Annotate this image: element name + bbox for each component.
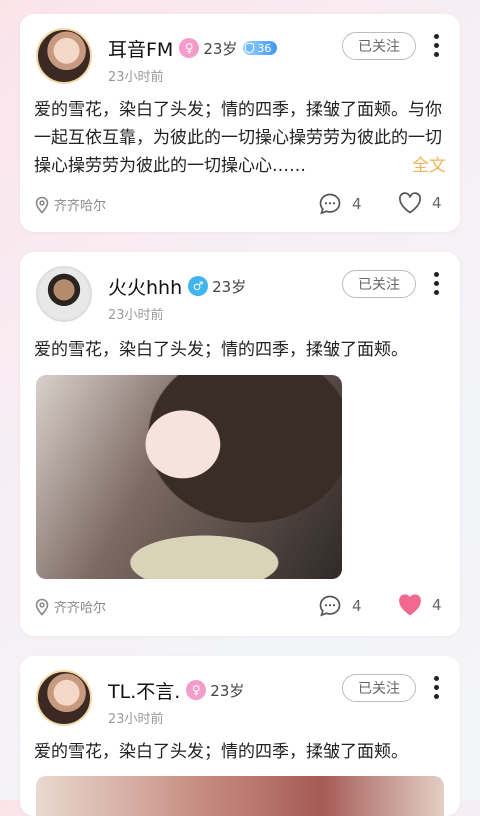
female-icon: ♀ (179, 38, 200, 58)
name-row: 耳音FM ♀ 23岁 36 (108, 35, 278, 62)
post-header: 火火hhh ♂ 23岁 23小时前 已关注 (36, 266, 460, 326)
user-age: 23岁 (203, 39, 238, 58)
comment-icon (319, 595, 341, 617)
location: 齐齐哈尔 (34, 195, 106, 214)
follow-button[interactable]: 已关注 (342, 674, 416, 702)
full-text-link[interactable]: 全文 (412, 152, 446, 180)
post-card[interactable]: 火火hhh ♂ 23岁 23小时前 已关注 爱的雪花，染白了头发；情的四季，揉皱… (20, 252, 460, 636)
user-name[interactable]: TL.不言. (108, 677, 180, 704)
post-time: 23小时前 (108, 70, 164, 85)
heart-icon (399, 192, 421, 214)
post-image[interactable] (36, 776, 444, 816)
like-stat[interactable]: 4 (398, 594, 442, 616)
location-pin-icon (35, 598, 49, 616)
post-card[interactable]: TL.不言. ♀ 23岁 23小时前 已关注 爱的雪花，染白了头发；情的四季，揉… (20, 656, 460, 816)
post-card[interactable]: 耳音FM ♀ 23岁 36 23小时前 已关注 爱的雪花，染白了头发；情的四季，… (20, 14, 460, 232)
avatar[interactable] (36, 266, 92, 322)
post-footer: 齐齐哈尔 4 4 (34, 192, 442, 220)
like-count: 4 (432, 596, 442, 614)
like-count: 4 (432, 194, 442, 212)
location-text: 齐齐哈尔 (54, 601, 107, 616)
post-footer: 齐齐哈尔 4 4 (34, 594, 442, 622)
more-options-icon[interactable] (434, 676, 440, 702)
location-pin-icon (35, 196, 49, 214)
post-header: 耳音FM ♀ 23岁 36 23小时前 已关注 (36, 28, 460, 88)
comment-stat[interactable]: 4 (318, 594, 362, 618)
heart-filled-icon (399, 594, 421, 616)
name-row: 火火hhh ♂ 23岁 (108, 273, 247, 300)
post-text[interactable]: 爱的雪花，染白了头发；情的四季，揉皱了面颊。 (34, 336, 446, 364)
comment-stat[interactable]: 4 (318, 192, 362, 216)
user-age: 23岁 (210, 681, 245, 700)
post-time: 23小时前 (108, 712, 164, 727)
post-text-content: 爱的雪花，染白了头发；情的四季，揉皱了面颊。与你一起互依互靠，为彼此的一切操心操… (34, 100, 442, 176)
more-options-icon[interactable] (434, 34, 440, 60)
comment-count: 4 (352, 597, 362, 615)
level-badge: 36 (243, 41, 278, 55)
post-image[interactable] (36, 375, 342, 579)
user-name[interactable]: 耳音FM (108, 35, 173, 62)
user-age: 23岁 (212, 277, 247, 296)
avatar[interactable] (36, 28, 92, 84)
post-text[interactable]: 爱的雪花，染白了头发；情的四季，揉皱了面颊。与你一起互依互靠，为彼此的一切操心操… (34, 96, 446, 180)
location: 齐齐哈尔 (34, 597, 106, 616)
female-icon: ♀ (186, 680, 207, 700)
user-name[interactable]: 火火hhh (108, 273, 182, 300)
male-icon: ♂ (188, 276, 209, 296)
follow-button[interactable]: 已关注 (342, 270, 416, 298)
comment-icon (319, 193, 341, 215)
avatar[interactable] (36, 670, 92, 726)
more-options-icon[interactable] (434, 272, 440, 298)
post-time: 23小时前 (108, 308, 164, 323)
name-row: TL.不言. ♀ 23岁 (108, 677, 245, 704)
follow-button[interactable]: 已关注 (342, 32, 416, 60)
post-header: TL.不言. ♀ 23岁 23小时前 已关注 (36, 670, 460, 730)
like-stat[interactable]: 4 (398, 192, 442, 214)
location-text: 齐齐哈尔 (54, 199, 107, 214)
comment-count: 4 (352, 195, 362, 213)
post-text[interactable]: 爱的雪花，染白了头发；情的四季，揉皱了面颊。 (34, 738, 446, 766)
